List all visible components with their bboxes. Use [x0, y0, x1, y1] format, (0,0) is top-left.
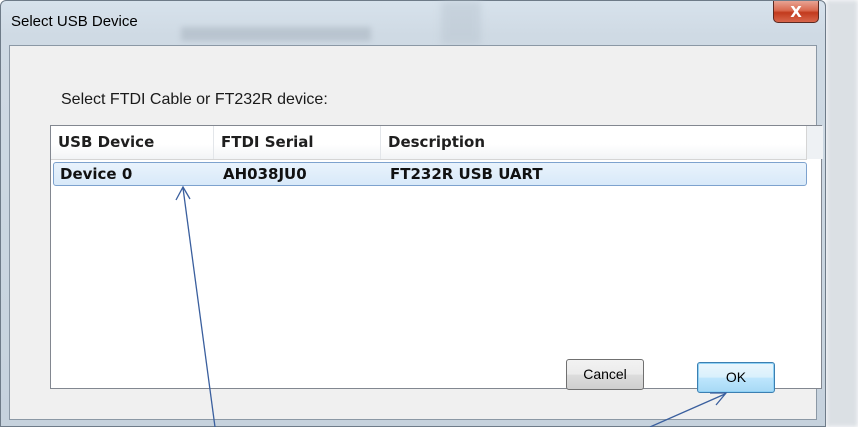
cancel-button[interactable]: Cancel	[566, 359, 644, 390]
column-header-usb-device[interactable]: USB Device	[51, 126, 214, 159]
cell-usb-device: Device 0	[60, 165, 133, 183]
column-header-description[interactable]: Description	[381, 126, 807, 159]
header-filler	[806, 126, 823, 159]
list-header: USB Device FTDI Serial Description	[51, 126, 823, 160]
device-prompt-label: Select FTDI Cable or FT232R device:	[61, 91, 328, 108]
background-window	[826, 0, 858, 427]
dialog-body: Select FTDI Cable or FT232R device: USB …	[9, 45, 823, 420]
device-list[interactable]: USB Device FTDI Serial Description Devic…	[50, 125, 823, 389]
close-icon: X	[790, 2, 802, 21]
background-blur	[441, 1, 481, 45]
table-row[interactable]: Device 0 AH038JU0 FT232R USB UART	[53, 162, 807, 186]
dialog-title: Select USB Device	[11, 13, 138, 30]
title-bar: Select USB Device X	[1, 1, 825, 45]
close-button[interactable]: X	[773, 1, 819, 23]
cell-ftdi-serial: AH038JU0	[223, 165, 307, 183]
background-blur	[181, 27, 371, 41]
ok-button[interactable]: OK	[697, 362, 775, 393]
column-header-ftdi-serial[interactable]: FTDI Serial	[214, 126, 381, 159]
select-usb-device-dialog: Select USB Device X Select FTDI Cable or…	[0, 0, 826, 427]
cell-description: FT232R USB UART	[390, 165, 543, 183]
